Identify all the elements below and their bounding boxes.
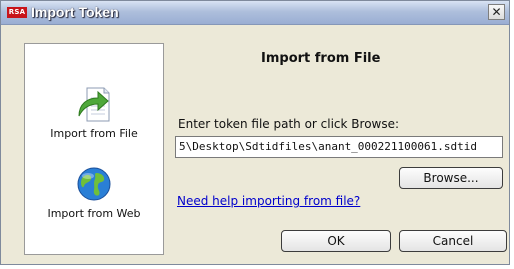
sidebar-item-import-from-file[interactable]: Import from File xyxy=(25,84,163,140)
import-method-panel: Import from File Import from Web xyxy=(24,43,164,255)
rsa-logo-icon: RSA xyxy=(7,7,27,18)
ok-button[interactable]: OK xyxy=(281,230,391,252)
page-title: Import from File xyxy=(261,51,381,66)
file-path-input[interactable]: 5\Desktop\Sdtidfiles\anant_000221100061.… xyxy=(175,136,503,158)
file-path-label: Enter token file path or click Browse: xyxy=(178,117,400,131)
import-file-icon xyxy=(78,87,110,122)
title-bar[interactable]: RSA Import Token ✕ xyxy=(1,1,509,25)
window-title: Import Token xyxy=(31,4,119,20)
browse-button[interactable]: Browse... xyxy=(399,167,503,189)
help-link[interactable]: Need help importing from file? xyxy=(177,194,360,208)
sidebar-item-label: Import from Web xyxy=(47,207,141,220)
sidebar-item-import-from-web[interactable]: Import from Web xyxy=(25,164,163,220)
sidebar-item-label: Import from File xyxy=(50,127,138,140)
cancel-button[interactable]: Cancel xyxy=(399,230,507,252)
globe-icon xyxy=(77,167,111,201)
close-button[interactable]: ✕ xyxy=(488,4,505,20)
import-token-dialog: RSA Import Token ✕ Import from File Impo… xyxy=(0,0,510,265)
